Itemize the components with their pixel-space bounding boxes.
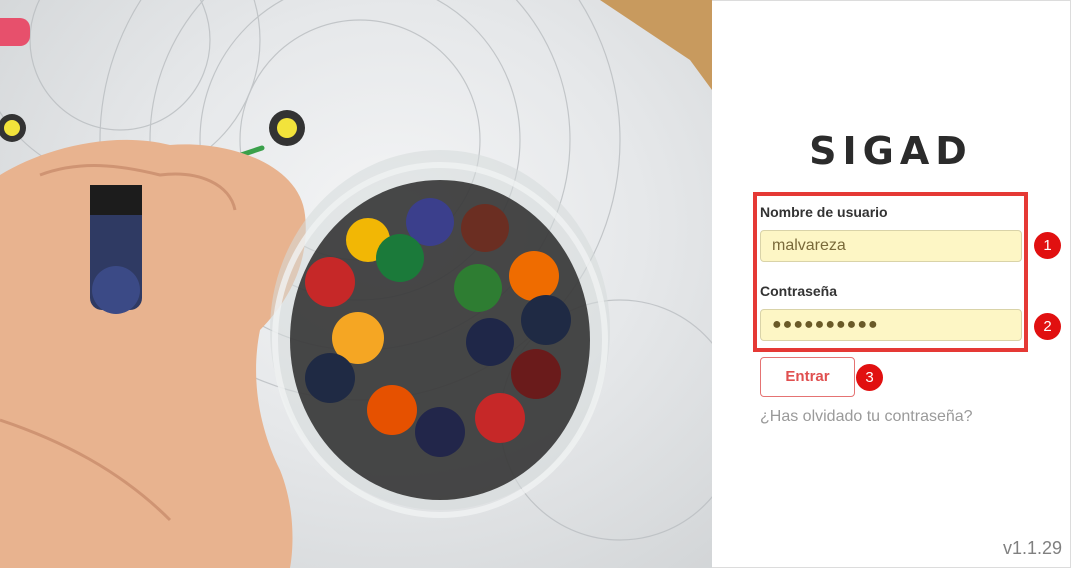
- background-photo: [0, 0, 712, 568]
- forgot-password-link[interactable]: ¿Has olvidado tu contraseña?: [760, 408, 973, 426]
- crayons-jar-illustration: [0, 0, 712, 568]
- annotation-badge-3: 3: [856, 364, 883, 391]
- username-input[interactable]: [760, 230, 1022, 262]
- password-label: Contraseña: [760, 283, 838, 299]
- login-button[interactable]: Entrar: [760, 357, 855, 397]
- app-title: SIGAD: [809, 129, 973, 173]
- login-panel: SIGAD Nombre de usuario Contraseña 1 2 E…: [712, 0, 1071, 568]
- annotation-badge-1: 1: [1034, 232, 1061, 259]
- password-input[interactable]: [760, 309, 1022, 341]
- version-label: v1.1.29: [1002, 538, 1062, 558]
- annotation-badge-2: 2: [1034, 313, 1061, 340]
- username-label: Nombre de usuario: [760, 204, 888, 220]
